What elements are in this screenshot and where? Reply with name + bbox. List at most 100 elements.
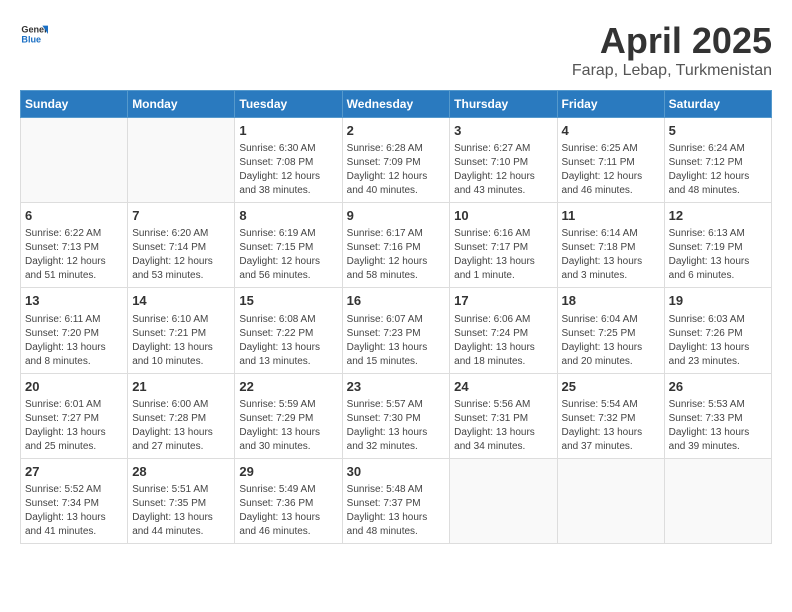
day-detail: Sunrise: 6:19 AM Sunset: 7:15 PM Dayligh…: [239, 227, 337, 283]
day-cell: 25 Sunrise: 5:54 AM Sunset: 7:32 PM Dayli…: [557, 373, 664, 458]
day-detail: Sunrise: 6:28 AM Sunset: 7:09 PM Dayligh…: [347, 142, 446, 198]
day-number: 8: [239, 207, 337, 225]
day-cell: 4 Sunrise: 6:25 AM Sunset: 7:11 PM Daylig…: [557, 118, 664, 203]
day-number: 19: [669, 292, 767, 310]
day-number: 2: [347, 122, 446, 140]
day-number: 3: [454, 122, 552, 140]
day-cell: 29 Sunrise: 5:49 AM Sunset: 7:36 PM Dayli…: [235, 458, 342, 543]
title-area: April 2025 Farap, Lebap, Turkmenistan: [572, 20, 772, 80]
day-cell: [128, 118, 235, 203]
day-cell: [557, 458, 664, 543]
day-number: 29: [239, 463, 337, 481]
day-detail: Sunrise: 6:03 AM Sunset: 7:26 PM Dayligh…: [669, 313, 767, 369]
day-cell: 3Sunrise: 6:27 AM Sunset: 7:10 PM Daylig…: [450, 118, 557, 203]
day-cell: 2 Sunrise: 6:28 AM Sunset: 7:09 PM Daylig…: [342, 118, 450, 203]
day-cell: 1Sunrise: 6:30 AM Sunset: 7:08 PM Daylig…: [235, 118, 342, 203]
weekday-header-saturday: Saturday: [664, 91, 771, 118]
day-detail: Sunrise: 6:16 AM Sunset: 7:17 PM Dayligh…: [454, 227, 552, 283]
day-cell: 15 Sunrise: 6:08 AM Sunset: 7:22 PM Dayli…: [235, 288, 342, 373]
day-detail: Sunrise: 5:56 AM Sunset: 7:31 PM Dayligh…: [454, 398, 552, 454]
day-cell: [450, 458, 557, 543]
day-detail: Sunrise: 6:10 AM Sunset: 7:21 PM Dayligh…: [132, 313, 230, 369]
day-cell: 19 Sunrise: 6:03 AM Sunset: 7:26 PM Dayli…: [664, 288, 771, 373]
day-cell: 23 Sunrise: 5:57 AM Sunset: 7:30 PM Dayli…: [342, 373, 450, 458]
day-number: 22: [239, 378, 337, 396]
day-number: 9: [347, 207, 446, 225]
day-number: 11: [562, 207, 660, 225]
weekday-header-monday: Monday: [128, 91, 235, 118]
day-detail: Sunrise: 5:51 AM Sunset: 7:35 PM Dayligh…: [132, 483, 230, 539]
day-detail: Sunrise: 6:20 AM Sunset: 7:14 PM Dayligh…: [132, 227, 230, 283]
day-cell: 12 Sunrise: 6:13 AM Sunset: 7:19 PM Dayli…: [664, 203, 771, 288]
day-number: 15: [239, 292, 337, 310]
day-detail: Sunrise: 6:13 AM Sunset: 7:19 PM Dayligh…: [669, 227, 767, 283]
day-number: 7: [132, 207, 230, 225]
day-number: 5: [669, 122, 767, 140]
day-number: 25: [562, 378, 660, 396]
day-number: 26: [669, 378, 767, 396]
main-title: April 2025: [572, 20, 772, 62]
week-row-1: 1Sunrise: 6:30 AM Sunset: 7:08 PM Daylig…: [21, 118, 772, 203]
weekday-header-friday: Friday: [557, 91, 664, 118]
day-cell: 5 Sunrise: 6:24 AM Sunset: 7:12 PM Daylig…: [664, 118, 771, 203]
subtitle: Farap, Lebap, Turkmenistan: [572, 62, 772, 80]
day-detail: Sunrise: 6:00 AM Sunset: 7:28 PM Dayligh…: [132, 398, 230, 454]
day-number: 6: [25, 207, 123, 225]
day-cell: 27 Sunrise: 5:52 AM Sunset: 7:34 PM Dayli…: [21, 458, 128, 543]
day-cell: 14Sunrise: 6:10 AM Sunset: 7:21 PM Dayli…: [128, 288, 235, 373]
day-detail: Sunrise: 6:24 AM Sunset: 7:12 PM Dayligh…: [669, 142, 767, 198]
day-detail: Sunrise: 5:54 AM Sunset: 7:32 PM Dayligh…: [562, 398, 660, 454]
day-detail: Sunrise: 6:08 AM Sunset: 7:22 PM Dayligh…: [239, 313, 337, 369]
day-cell: 18 Sunrise: 6:04 AM Sunset: 7:25 PM Dayli…: [557, 288, 664, 373]
weekday-header-row: SundayMondayTuesdayWednesdayThursdayFrid…: [21, 91, 772, 118]
day-number: 17: [454, 292, 552, 310]
day-cell: [664, 458, 771, 543]
day-number: 20: [25, 378, 123, 396]
day-detail: Sunrise: 6:11 AM Sunset: 7:20 PM Dayligh…: [25, 313, 123, 369]
day-detail: Sunrise: 6:14 AM Sunset: 7:18 PM Dayligh…: [562, 227, 660, 283]
day-detail: Sunrise: 6:17 AM Sunset: 7:16 PM Dayligh…: [347, 227, 446, 283]
svg-text:Blue: Blue: [21, 34, 41, 44]
day-detail: Sunrise: 6:04 AM Sunset: 7:25 PM Dayligh…: [562, 313, 660, 369]
weekday-header-thursday: Thursday: [450, 91, 557, 118]
page-header: General Blue April 2025 Farap, Lebap, Tu…: [20, 20, 772, 80]
day-cell: 21 Sunrise: 6:00 AM Sunset: 7:28 PM Dayli…: [128, 373, 235, 458]
day-cell: 24 Sunrise: 5:56 AM Sunset: 7:31 PM Dayli…: [450, 373, 557, 458]
day-number: 10: [454, 207, 552, 225]
day-number: 24: [454, 378, 552, 396]
day-detail: Sunrise: 6:25 AM Sunset: 7:11 PM Dayligh…: [562, 142, 660, 198]
day-detail: Sunrise: 5:49 AM Sunset: 7:36 PM Dayligh…: [239, 483, 337, 539]
day-detail: Sunrise: 5:53 AM Sunset: 7:33 PM Dayligh…: [669, 398, 767, 454]
day-number: 13: [25, 292, 123, 310]
day-cell: 9 Sunrise: 6:17 AM Sunset: 7:16 PM Daylig…: [342, 203, 450, 288]
logo: General Blue: [20, 20, 48, 48]
day-detail: Sunrise: 5:48 AM Sunset: 7:37 PM Dayligh…: [347, 483, 446, 539]
day-number: 18: [562, 292, 660, 310]
week-row-3: 13 Sunrise: 6:11 AM Sunset: 7:20 PM Dayli…: [21, 288, 772, 373]
day-cell: 17 Sunrise: 6:06 AM Sunset: 7:24 PM Dayli…: [450, 288, 557, 373]
day-number: 12: [669, 207, 767, 225]
day-detail: Sunrise: 5:57 AM Sunset: 7:30 PM Dayligh…: [347, 398, 446, 454]
day-detail: Sunrise: 5:52 AM Sunset: 7:34 PM Dayligh…: [25, 483, 123, 539]
day-number: 4: [562, 122, 660, 140]
day-cell: 6 Sunrise: 6:22 AM Sunset: 7:13 PM Daylig…: [21, 203, 128, 288]
day-cell: 20 Sunrise: 6:01 AM Sunset: 7:27 PM Dayli…: [21, 373, 128, 458]
day-number: 16: [347, 292, 446, 310]
day-detail: Sunrise: 6:22 AM Sunset: 7:13 PM Dayligh…: [25, 227, 123, 283]
day-detail: Sunrise: 6:06 AM Sunset: 7:24 PM Dayligh…: [454, 313, 552, 369]
day-number: 27: [25, 463, 123, 481]
day-cell: 28Sunrise: 5:51 AM Sunset: 7:35 PM Dayli…: [128, 458, 235, 543]
day-cell: 8 Sunrise: 6:19 AM Sunset: 7:15 PM Daylig…: [235, 203, 342, 288]
week-row-2: 6 Sunrise: 6:22 AM Sunset: 7:13 PM Daylig…: [21, 203, 772, 288]
day-cell: 7 Sunrise: 6:20 AM Sunset: 7:14 PM Daylig…: [128, 203, 235, 288]
day-number: 30: [347, 463, 446, 481]
weekday-header-sunday: Sunday: [21, 91, 128, 118]
day-detail: Sunrise: 6:01 AM Sunset: 7:27 PM Dayligh…: [25, 398, 123, 454]
day-detail: Sunrise: 5:59 AM Sunset: 7:29 PM Dayligh…: [239, 398, 337, 454]
day-number: 23: [347, 378, 446, 396]
weekday-header-wednesday: Wednesday: [342, 91, 450, 118]
day-cell: [21, 118, 128, 203]
day-number: 21: [132, 378, 230, 396]
day-detail: Sunrise: 6:30 AM Sunset: 7:08 PM Dayligh…: [239, 142, 337, 198]
week-row-5: 27 Sunrise: 5:52 AM Sunset: 7:34 PM Dayli…: [21, 458, 772, 543]
